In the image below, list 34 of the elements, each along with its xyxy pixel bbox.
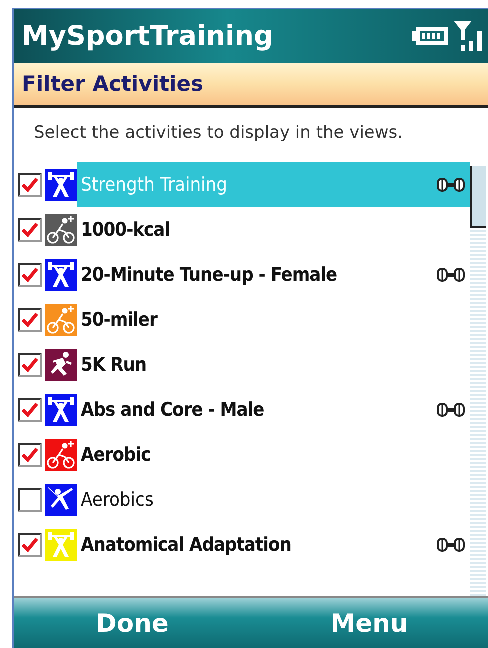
checkbox[interactable] [18,442,42,466]
activity-item[interactable]: 20-Minute Tune-up - Female [77,252,470,297]
checkbox[interactable] [18,262,42,286]
softkey-button[interactable]: Menu [251,598,488,648]
activity-name: Anatomical Adaptation [81,534,292,556]
activity-item[interactable]: Abs and Core - Male [77,387,470,432]
activity-item[interactable]: 1000-kcal [77,207,470,252]
activity-item[interactable]: Aerobics [77,477,470,522]
activity-name: 20-Minute Tune-up - Female [81,264,338,286]
activity-item[interactable]: 5K Run [77,342,470,387]
app-title: MySportTraining [22,20,274,52]
activity-item[interactable]: Anatomical Adaptation [77,522,470,567]
scrollbar[interactable] [470,166,486,596]
activity-name: 50-miler [81,308,158,330]
activity-name: Strength Training [81,174,228,196]
checkbox[interactable] [18,218,42,242]
instruction-text: Select the activities to display in the views. [33,122,404,145]
activity-name: 5K Run [81,354,147,376]
activity-item[interactable]: 50-miler [77,297,470,342]
checkbox[interactable] [18,488,42,512]
activity-name: Aerobics [81,488,154,510]
activity-item[interactable]: Aerobic [77,432,470,477]
checkbox[interactable] [18,532,42,556]
activity-name: Aerobic [81,444,151,466]
battery-icon [410,24,450,48]
header-title: Filter Activities [22,72,204,96]
activity-name: Abs and Core - Male [81,398,264,420]
checkbox[interactable] [18,308,42,332]
softkey-button[interactable]: Done [14,598,251,648]
scroll-thumb[interactable] [470,166,486,228]
checkbox[interactable] [18,398,42,422]
activity-name: 1000-kcal [81,218,170,240]
checkbox[interactable] [18,172,42,196]
checkbox[interactable] [18,352,42,376]
